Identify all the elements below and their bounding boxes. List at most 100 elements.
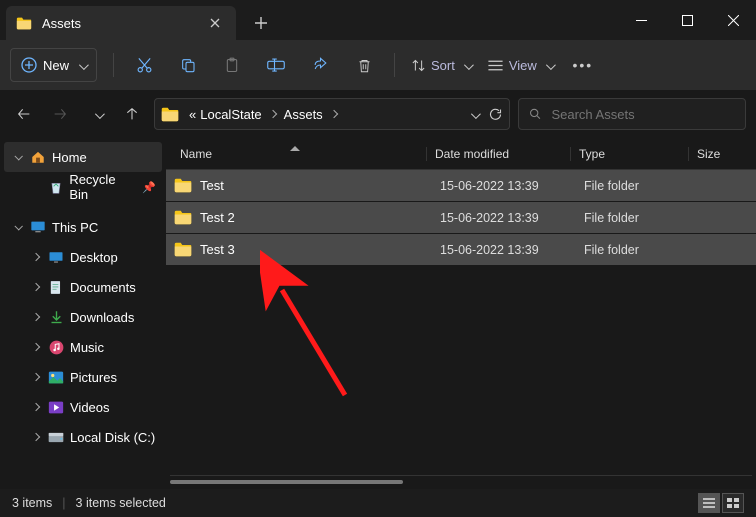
pin-icon: 📌: [142, 181, 156, 194]
maximize-button[interactable]: [664, 0, 710, 40]
title-bar: Assets: [0, 0, 756, 40]
back-button[interactable]: [10, 100, 38, 128]
expand-toggle[interactable]: [12, 224, 24, 230]
sidebar-item-label: Videos: [70, 400, 110, 415]
sidebar-item-this-pc[interactable]: This PC: [4, 212, 162, 242]
main-area: Home Recycle Bin 📌 This PC Desktop Docum…: [0, 138, 756, 489]
sort-button[interactable]: Sort: [405, 48, 477, 82]
close-window-button[interactable]: [710, 0, 756, 40]
drive-icon: [48, 429, 64, 445]
file-row[interactable]: Test 2 15-06-2022 13:39 File folder: [166, 202, 756, 234]
sidebar-item-home[interactable]: Home: [4, 142, 162, 172]
forward-button[interactable]: [46, 100, 74, 128]
breadcrumb-segment-localstate[interactable]: LocalState: [198, 107, 263, 122]
sidebar-item-pictures[interactable]: Pictures: [4, 362, 162, 392]
list-lines-icon: [487, 59, 504, 72]
expand-toggle[interactable]: [30, 404, 42, 410]
sidebar-item-videos[interactable]: Videos: [4, 392, 162, 422]
tab-assets[interactable]: Assets: [6, 6, 236, 40]
cut-button[interactable]: [124, 48, 164, 82]
sort-button-label: Sort: [431, 58, 455, 73]
sidebar-item-music[interactable]: Music: [4, 332, 162, 362]
column-headers: Name Date modified Type Size: [166, 138, 756, 170]
column-header-size[interactable]: Size: [688, 147, 748, 161]
expand-toggle[interactable]: [12, 154, 24, 160]
more-button[interactable]: •••: [563, 48, 603, 82]
breadcrumb-bar[interactable]: « LocalState Assets: [154, 98, 510, 130]
scrollbar-thumb[interactable]: [170, 480, 403, 484]
delete-button[interactable]: [344, 48, 384, 82]
details-view-toggle[interactable]: [698, 493, 720, 513]
trash-icon: [357, 57, 372, 74]
separator: |: [62, 496, 65, 510]
expand-toggle[interactable]: [30, 284, 42, 290]
paste-button[interactable]: [212, 48, 252, 82]
file-type: File folder: [584, 243, 702, 257]
column-header-type[interactable]: Type: [570, 147, 688, 161]
arrow-right-icon: [52, 106, 68, 122]
share-button[interactable]: [300, 48, 340, 82]
up-button[interactable]: [118, 100, 146, 128]
search-box[interactable]: [518, 98, 746, 130]
search-icon: [529, 107, 541, 121]
file-row[interactable]: Test 15-06-2022 13:39 File folder: [166, 170, 756, 202]
details-icon: [703, 498, 715, 508]
chevron-down-icon: [542, 58, 553, 73]
file-row[interactable]: Test 3 15-06-2022 13:39 File folder: [166, 234, 756, 266]
history-chevron-icon[interactable]: [467, 107, 478, 122]
folder-icon: [174, 210, 192, 225]
chevron-down-icon: [91, 107, 102, 122]
expand-toggle[interactable]: [30, 374, 42, 380]
breadcrumb-segment-assets[interactable]: Assets: [282, 107, 325, 122]
sidebar-item-desktop[interactable]: Desktop: [4, 242, 162, 272]
minimize-icon: [636, 15, 647, 26]
file-name: Test: [200, 178, 440, 193]
column-header-date[interactable]: Date modified: [426, 147, 570, 161]
copy-button[interactable]: [168, 48, 208, 82]
expand-toggle[interactable]: [30, 434, 42, 440]
column-header-name[interactable]: Name: [180, 147, 426, 161]
thumbnails-view-toggle[interactable]: [722, 493, 744, 513]
sidebar-item-recycle-bin[interactable]: Recycle Bin 📌: [4, 172, 162, 202]
desktop-icon: [48, 249, 64, 265]
view-button[interactable]: View: [481, 48, 559, 82]
rename-icon: [267, 57, 285, 73]
file-list-pane: Name Date modified Type Size Test 15-06-…: [166, 138, 756, 489]
expand-toggle[interactable]: [30, 254, 42, 260]
file-date: 15-06-2022 13:39: [440, 179, 584, 193]
search-input[interactable]: [551, 107, 735, 122]
new-button[interactable]: New: [10, 48, 97, 82]
copy-icon: [180, 57, 196, 73]
sidebar-item-documents[interactable]: Documents: [4, 272, 162, 302]
chevron-down-icon: [75, 58, 86, 73]
sidebar-item-label: Documents: [70, 280, 136, 295]
chevron-right-icon: [268, 110, 276, 118]
expand-toggle[interactable]: [30, 344, 42, 350]
horizontal-scrollbar[interactable]: [170, 475, 752, 489]
sidebar-item-label: This PC: [52, 220, 98, 235]
music-icon: [48, 339, 64, 355]
expand-toggle[interactable]: [30, 314, 42, 320]
arrow-left-icon: [16, 106, 32, 122]
sidebar-item-local-disk-c[interactable]: Local Disk (C:): [4, 422, 162, 452]
sidebar-item-label: Pictures: [70, 370, 117, 385]
sidebar-item-label: Desktop: [70, 250, 118, 265]
chevron-right-icon: [329, 110, 337, 118]
sidebar-item-label: Recycle Bin: [69, 172, 136, 202]
minimize-button[interactable]: [618, 0, 664, 40]
file-type: File folder: [584, 179, 702, 193]
sidebar-item-downloads[interactable]: Downloads: [4, 302, 162, 332]
sidebar-item-label: Music: [70, 340, 104, 355]
plus-circle-icon: [21, 57, 37, 73]
pictures-icon: [48, 369, 64, 385]
separator: [394, 53, 395, 77]
recent-locations-button[interactable]: [82, 100, 110, 128]
breadcrumb-prefix: «: [187, 107, 198, 122]
new-tab-button[interactable]: [244, 6, 278, 40]
sidebar-item-label: Home: [52, 150, 87, 165]
status-item-count: 3 items: [12, 496, 52, 510]
rename-button[interactable]: [256, 48, 296, 82]
refresh-icon[interactable]: [488, 107, 503, 122]
x-icon: [728, 15, 739, 26]
close-tab-button[interactable]: [204, 12, 226, 34]
